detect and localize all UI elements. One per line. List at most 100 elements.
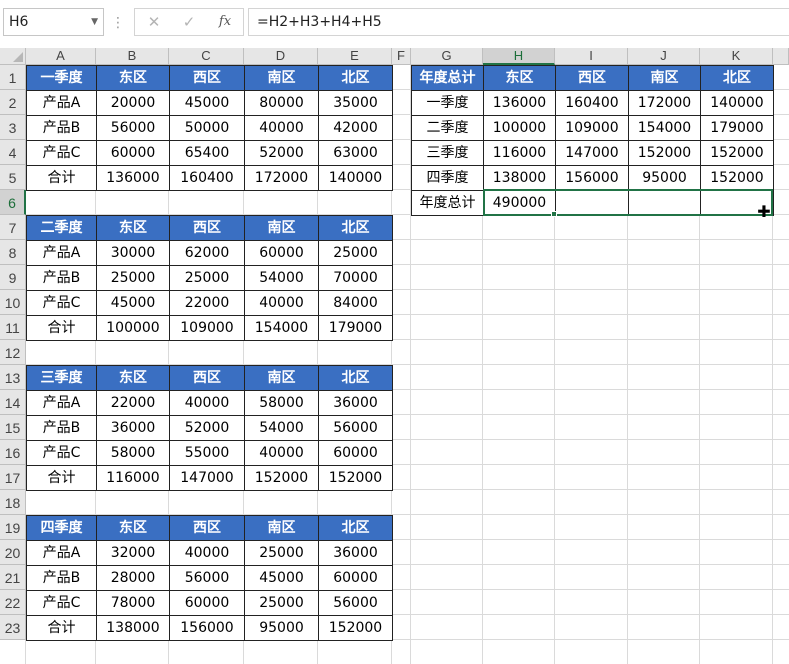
quarter-table-4-cell[interactable]: 156000	[169, 615, 245, 641]
quarter-table-2-cell[interactable]: 产品C	[26, 290, 97, 316]
quarter-table-4-header-cell[interactable]: 四季度	[26, 515, 97, 541]
annual-table-cell[interactable]: 154000	[628, 115, 701, 141]
row-header-12[interactable]: 12	[0, 340, 26, 365]
annual-table-header-cell[interactable]: 南区	[628, 65, 701, 91]
quarter-table-4-cell[interactable]: 152000	[318, 615, 393, 641]
row-header-8[interactable]: 8	[0, 240, 26, 265]
column-header-h[interactable]: H	[483, 48, 555, 65]
quarter-table-2-header-cell[interactable]: 南区	[244, 215, 319, 241]
quarter-table-1-cell[interactable]: 80000	[244, 90, 319, 116]
row-header-5[interactable]: 5	[0, 165, 26, 190]
fill-handle[interactable]	[551, 211, 557, 217]
column-header-e[interactable]: E	[318, 48, 392, 65]
row-header-20[interactable]: 20	[0, 540, 26, 565]
quarter-table-3-cell[interactable]: 合计	[26, 465, 97, 491]
name-box[interactable]: H6 ▼	[3, 8, 104, 36]
row-header-13[interactable]: 13	[0, 365, 26, 390]
row-header-17[interactable]: 17	[0, 465, 26, 490]
quarter-table-1-cell[interactable]: 20000	[96, 90, 170, 116]
quarter-table-1-cell[interactable]: 35000	[318, 90, 393, 116]
more-options-icon[interactable]: ⋮	[111, 13, 125, 33]
quarter-table-1-cell[interactable]: 60000	[96, 140, 170, 166]
quarter-table-2-cell[interactable]: 30000	[96, 240, 170, 266]
annual-table-cell[interactable]: 152000	[700, 140, 774, 166]
quarter-table-4-cell[interactable]: 36000	[318, 540, 393, 566]
quarter-table-2-cell[interactable]: 合计	[26, 315, 97, 341]
quarter-table-3-cell[interactable]: 55000	[169, 440, 245, 466]
row-header-16[interactable]: 16	[0, 440, 26, 465]
quarter-table-1-cell[interactable]: 产品A	[26, 90, 97, 116]
quarter-table-4-header-cell[interactable]: 西区	[169, 515, 245, 541]
quarter-table-4-cell[interactable]: 合计	[26, 615, 97, 641]
quarter-table-1-cell[interactable]: 56000	[96, 115, 170, 141]
quarter-table-3-header-cell[interactable]: 三季度	[26, 365, 97, 391]
column-header-f[interactable]: F	[392, 48, 411, 65]
annual-table-cell[interactable]: 138000	[483, 165, 556, 191]
quarter-table-3-header-cell[interactable]: 南区	[244, 365, 319, 391]
quarter-table-1-cell[interactable]: 45000	[169, 90, 245, 116]
annual-table-cell[interactable]: 四季度	[411, 165, 484, 191]
quarter-table-1-header-cell[interactable]: 一季度	[26, 65, 97, 91]
quarter-table-1-cell[interactable]: 63000	[318, 140, 393, 166]
insert-function-icon[interactable]: fx	[212, 11, 238, 33]
row-header-3[interactable]: 3	[0, 115, 26, 140]
quarter-table-2-cell[interactable]: 179000	[318, 315, 393, 341]
column-header-b[interactable]: B	[96, 48, 169, 65]
row-header-11[interactable]: 11	[0, 315, 26, 340]
quarter-table-4-cell[interactable]: 95000	[244, 615, 319, 641]
quarter-table-1-cell[interactable]: 65400	[169, 140, 245, 166]
quarter-table-1-header-cell[interactable]: 北区	[318, 65, 393, 91]
row-header-14[interactable]: 14	[0, 390, 26, 415]
row-header-1[interactable]: 1	[0, 65, 26, 90]
quarter-table-4-cell[interactable]: 138000	[96, 615, 170, 641]
quarter-table-1-cell[interactable]: 产品C	[26, 140, 97, 166]
column-header-g[interactable]: G	[411, 48, 483, 65]
quarter-table-3-cell[interactable]: 52000	[169, 415, 245, 441]
quarter-table-4-cell[interactable]: 60000	[318, 565, 393, 591]
annual-table-cell[interactable]: 年度总计	[411, 190, 484, 216]
quarter-table-2-cell[interactable]: 25000	[318, 240, 393, 266]
annual-table-cell[interactable]: 140000	[700, 90, 774, 116]
annual-table-cell[interactable]: 172000	[628, 90, 701, 116]
quarter-table-1-cell[interactable]: 42000	[318, 115, 393, 141]
quarter-table-3-cell[interactable]: 58000	[96, 440, 170, 466]
quarter-table-2-cell[interactable]: 109000	[169, 315, 245, 341]
quarter-table-2-cell[interactable]: 70000	[318, 265, 393, 291]
quarter-table-3-cell[interactable]: 147000	[169, 465, 245, 491]
annual-table-cell[interactable]: 100000	[483, 115, 556, 141]
quarter-table-1-cell[interactable]: 52000	[244, 140, 319, 166]
quarter-table-2-header-cell[interactable]: 北区	[318, 215, 393, 241]
quarter-table-2-cell[interactable]: 25000	[169, 265, 245, 291]
quarter-table-4-cell[interactable]: 78000	[96, 590, 170, 616]
annual-table-cell[interactable]: 二季度	[411, 115, 484, 141]
quarter-table-4-header-cell[interactable]: 北区	[318, 515, 393, 541]
quarter-table-4-cell[interactable]: 40000	[169, 540, 245, 566]
quarter-table-2-cell[interactable]: 22000	[169, 290, 245, 316]
quarter-table-2-cell[interactable]: 62000	[169, 240, 245, 266]
quarter-table-3-cell[interactable]: 产品A	[26, 390, 97, 416]
quarter-table-3-cell[interactable]: 56000	[318, 415, 393, 441]
annual-table-cell[interactable]: 136000	[483, 90, 556, 116]
row-header-22[interactable]: 22	[0, 590, 26, 615]
annual-table-cell[interactable]: 152000	[700, 165, 774, 191]
quarter-table-3-cell[interactable]: 152000	[318, 465, 393, 491]
quarter-table-3-cell[interactable]: 58000	[244, 390, 319, 416]
quarter-table-2-header-cell[interactable]: 东区	[96, 215, 170, 241]
column-header-a[interactable]: A	[26, 48, 96, 65]
quarter-table-1-header-cell[interactable]: 东区	[96, 65, 170, 91]
quarter-table-4-cell[interactable]: 产品A	[26, 540, 97, 566]
row-header-21[interactable]: 21	[0, 565, 26, 590]
quarter-table-2-cell[interactable]: 84000	[318, 290, 393, 316]
quarter-table-3-cell[interactable]: 产品B	[26, 415, 97, 441]
row-header-18[interactable]: 18	[0, 490, 26, 515]
quarter-table-1-header-cell[interactable]: 南区	[244, 65, 319, 91]
quarter-table-2-cell[interactable]: 25000	[96, 265, 170, 291]
annual-table-cell[interactable]	[628, 190, 701, 216]
quarter-table-3-header-cell[interactable]: 北区	[318, 365, 393, 391]
quarter-table-4-cell[interactable]: 28000	[96, 565, 170, 591]
quarter-table-3-cell[interactable]: 22000	[96, 390, 170, 416]
quarter-table-3-cell[interactable]: 116000	[96, 465, 170, 491]
quarter-table-2-header-cell[interactable]: 西区	[169, 215, 245, 241]
row-header-6[interactable]: 6	[0, 190, 26, 215]
row-header-7[interactable]: 7	[0, 215, 26, 240]
